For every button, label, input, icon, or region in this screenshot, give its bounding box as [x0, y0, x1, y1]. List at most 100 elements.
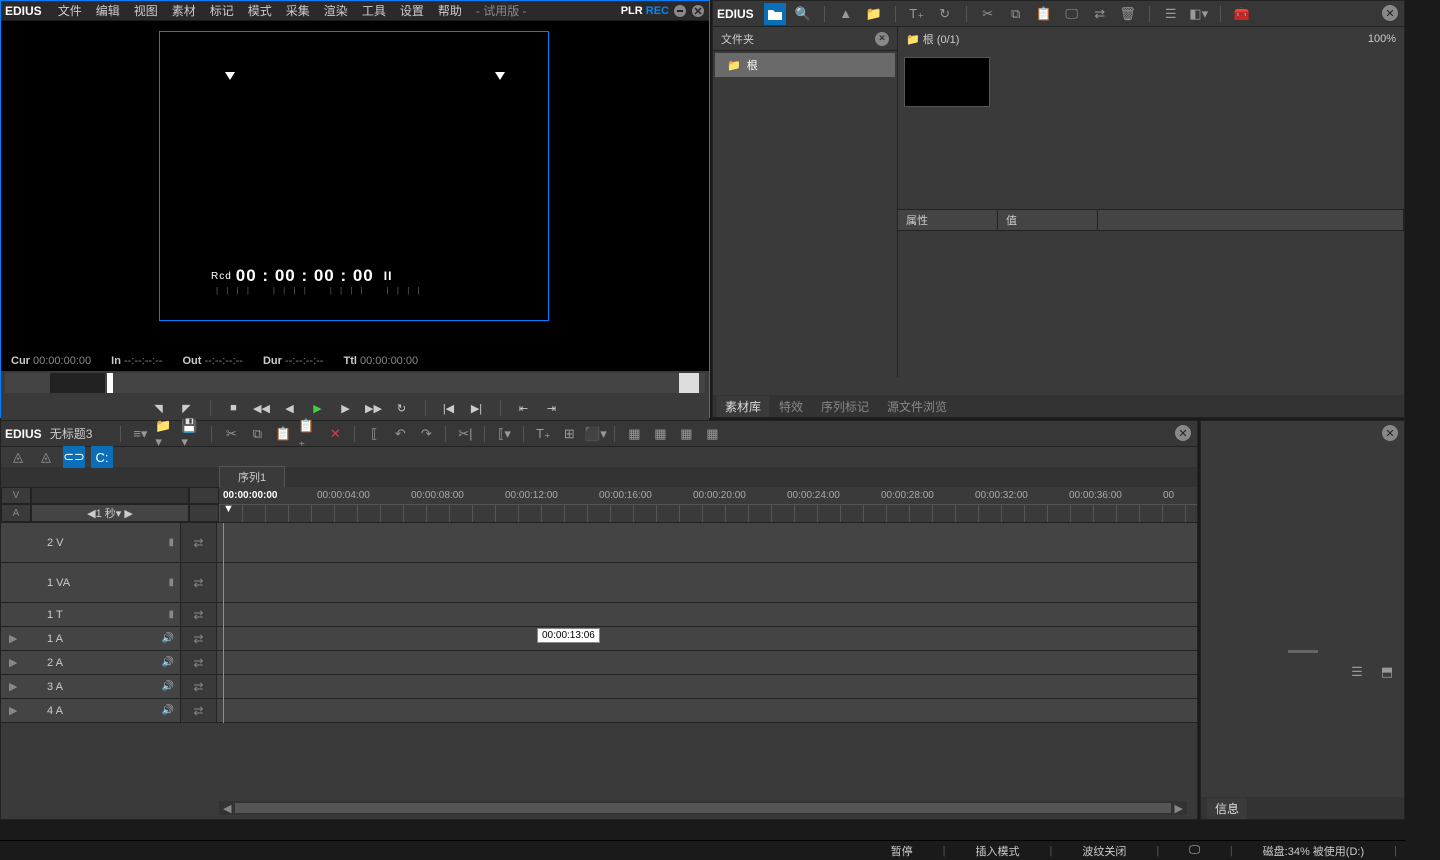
delete-icon[interactable]: 🗑: [1117, 3, 1139, 25]
add-title-icon[interactable]: T₊: [906, 3, 928, 25]
track-lane[interactable]: 00:00:13:06: [217, 627, 1197, 650]
info-close-icon[interactable]: ✕: [1382, 425, 1398, 441]
razor-icon[interactable]: ✂|: [454, 423, 476, 445]
redo-icon[interactable]: ↷: [415, 423, 437, 445]
menu-render[interactable]: 渲染: [318, 2, 354, 19]
timeline-close-icon[interactable]: ✕: [1175, 425, 1191, 441]
grid4-icon[interactable]: ▦: [701, 423, 723, 445]
plr-rec-toggle[interactable]: PLR REC: [621, 5, 669, 17]
menu-help[interactable]: 帮助: [432, 2, 468, 19]
group-mode-icon[interactable]: ⊂⊃: [63, 446, 85, 468]
transition-icon[interactable]: ⬛▾: [584, 423, 606, 445]
title-icon[interactable]: T₊: [532, 423, 554, 445]
paste-icon[interactable]: 📋: [1033, 3, 1055, 25]
clip-thumbnail[interactable]: [904, 57, 990, 107]
tab-markers[interactable]: 序列标记: [813, 396, 877, 417]
folder-root[interactable]: 📁 根: [715, 53, 895, 77]
scrub-bar[interactable]: [5, 373, 705, 393]
folder-view-icon[interactable]: [764, 3, 786, 25]
tab-info[interactable]: 信息: [1207, 798, 1247, 819]
film-icon[interactable]: ▮: [168, 537, 174, 548]
track-sync-icon[interactable]: ⇄: [181, 675, 217, 698]
set-in-button[interactable]: ◥: [150, 399, 168, 417]
track-header[interactable]: ▶2 A🔊: [1, 651, 181, 674]
menu-clip[interactable]: 素材: [166, 2, 202, 19]
menu-settings[interactable]: 设置: [394, 2, 430, 19]
cut-icon[interactable]: ✂: [977, 3, 999, 25]
list-view-icon[interactable]: ☰: [1160, 3, 1182, 25]
tab-source[interactable]: 源文件浏览: [879, 396, 955, 417]
v-header[interactable]: V: [1, 487, 31, 504]
menu-mode[interactable]: 模式: [242, 2, 278, 19]
tab-effects[interactable]: 特效: [771, 396, 811, 417]
film-icon[interactable]: ▮: [168, 609, 174, 620]
grid2-icon[interactable]: ▦: [649, 423, 671, 445]
open-folder-icon[interactable]: 📁: [863, 3, 885, 25]
next-frame-button[interactable]: ▶: [337, 399, 355, 417]
track-header[interactable]: ▶4 A🔊: [1, 699, 181, 722]
track-sync-icon[interactable]: ⇄: [181, 699, 217, 722]
speaker-icon[interactable]: 🔊: [162, 681, 174, 692]
layout-icon[interactable]: ⊞: [558, 423, 580, 445]
track-header[interactable]: ▶1 A🔊: [1, 627, 181, 650]
zoom-level[interactable]: 100%: [1368, 33, 1396, 45]
a-header[interactable]: A: [1, 504, 31, 522]
menu-capture[interactable]: 采集: [280, 2, 316, 19]
scale-selector[interactable]: ◀ 1 秒 ▾ ▶: [31, 504, 189, 522]
menu-tools[interactable]: 工具: [356, 2, 392, 19]
track-sync-icon[interactable]: ⇄: [181, 523, 217, 562]
dur-tc[interactable]: --:--:--:--: [285, 355, 323, 367]
track-lane[interactable]: [217, 675, 1197, 698]
h-scrollbar[interactable]: ◀ ▶: [219, 801, 1187, 815]
cur-tc[interactable]: 00:00:00:00: [33, 355, 91, 367]
browser-close-icon[interactable]: ✕: [1382, 5, 1398, 21]
track-header[interactable]: 2 V▮: [1, 523, 181, 562]
track-lane[interactable]: [217, 563, 1197, 602]
track-lane[interactable]: [217, 699, 1197, 722]
menu-file[interactable]: 文件: [52, 2, 88, 19]
out-tc[interactable]: --:--:--:--: [204, 355, 242, 367]
ttl-tc[interactable]: 00:00:00:00: [360, 355, 418, 367]
fast-forward-button[interactable]: ▶▶: [365, 399, 383, 417]
open-icon[interactable]: 📁▾: [155, 423, 177, 445]
prev-frame-button[interactable]: ◀: [281, 399, 299, 417]
rewind-button[interactable]: ◀◀: [253, 399, 271, 417]
loop-button[interactable]: ↻: [393, 399, 411, 417]
undo-icon[interactable]: ↶: [389, 423, 411, 445]
menu-edit[interactable]: 编辑: [90, 2, 126, 19]
save-icon[interactable]: 💾▾: [181, 423, 203, 445]
trim-icon[interactable]: ⟦▾: [493, 423, 515, 445]
monitor-icon[interactable]: 🖵: [1061, 3, 1083, 25]
track-lane[interactable]: [217, 603, 1197, 626]
next-edit-button[interactable]: ▶|: [468, 399, 486, 417]
search-icon[interactable]: 🔍: [792, 3, 814, 25]
prev-edit-button[interactable]: |◀: [440, 399, 458, 417]
v-patch[interactable]: [31, 487, 189, 504]
track-lane[interactable]: [217, 651, 1197, 674]
ruler[interactable]: 00:00:00:0000:00:04:0000:00:08:0000:00:1…: [219, 487, 1197, 522]
menu-marker[interactable]: 标记: [204, 2, 240, 19]
menu-view[interactable]: 视图: [128, 2, 164, 19]
speaker-icon[interactable]: 🔊: [162, 633, 174, 644]
minimize-icon[interactable]: [673, 4, 687, 18]
copy-icon[interactable]: ⧉: [246, 423, 268, 445]
track-header[interactable]: 1 VA▮: [1, 563, 181, 602]
paste-icon[interactable]: 📋: [272, 423, 294, 445]
snap2-icon[interactable]: ◬: [35, 446, 57, 468]
track-header[interactable]: 1 T▮: [1, 603, 181, 626]
folder-close-icon[interactable]: ✕: [875, 32, 889, 46]
in-tc[interactable]: --:--:--:--: [124, 355, 162, 367]
track-sync-icon[interactable]: ⇄: [181, 603, 217, 626]
detail-view-icon[interactable]: ◧▾: [1188, 3, 1210, 25]
track-header[interactable]: ▶3 A🔊: [1, 675, 181, 698]
seq-tab-1[interactable]: 序列1: [219, 466, 285, 488]
speaker-icon[interactable]: 🔊: [162, 657, 174, 668]
stop-button[interactable]: ■: [225, 399, 243, 417]
play-button[interactable]: ▶: [309, 399, 327, 417]
copy-icon[interactable]: ⧉: [1005, 3, 1027, 25]
ripple-icon[interactable]: ⟦: [363, 423, 385, 445]
toolbox-icon[interactable]: 🧰: [1231, 3, 1253, 25]
track-sync-icon[interactable]: ⇄: [181, 563, 217, 602]
snap1-icon[interactable]: ◬: [7, 446, 29, 468]
info-fx-icon[interactable]: ⬒: [1376, 661, 1398, 683]
